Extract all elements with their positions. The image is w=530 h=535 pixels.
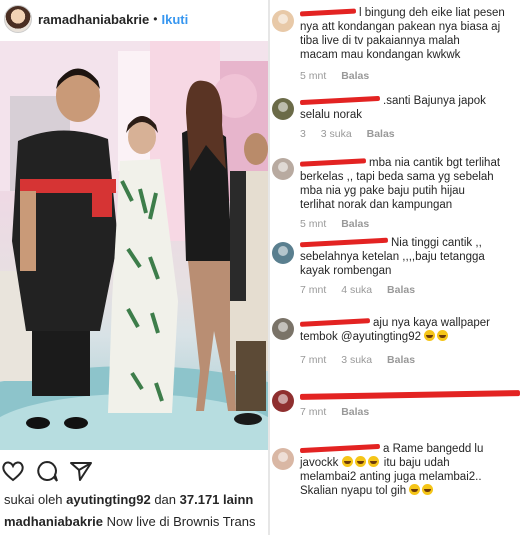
comment-meta: 3 3 suka Balas xyxy=(300,128,407,140)
reply-button[interactable]: Balas xyxy=(341,70,369,82)
laughing-emoji-icon xyxy=(367,456,379,467)
comment-text: aju nya kaya wallpaper tembok @ayutingti… xyxy=(299,317,490,343)
comment-meta: 7 mnt 4 suka Balas xyxy=(300,284,427,296)
redaction-mark xyxy=(299,96,381,106)
post-photo[interactable] xyxy=(0,41,268,450)
post-caption: madhaniabakrie Now live di Brownis Trans xyxy=(4,514,255,529)
commenter-avatar[interactable] xyxy=(272,448,294,470)
comment-meta: 5 mnt Balas xyxy=(300,70,381,82)
reply-button[interactable]: Balas xyxy=(367,128,395,140)
comment-time: 5 mnt xyxy=(300,70,327,82)
caption-username[interactable]: madhaniabakrie xyxy=(4,514,103,529)
comment-likes[interactable]: 3 suka xyxy=(321,128,352,140)
commenter-avatar[interactable] xyxy=(272,390,294,412)
commenter-avatar[interactable] xyxy=(272,242,294,264)
header-separator: • xyxy=(153,12,158,26)
caption-text: Now live di Brownis Trans xyxy=(106,514,256,529)
comment-likes[interactable]: 3 suka xyxy=(341,354,372,366)
share-icon[interactable] xyxy=(68,459,94,483)
redaction-mark xyxy=(299,9,357,17)
redaction-mark xyxy=(299,444,381,454)
poster-avatar[interactable] xyxy=(4,5,32,33)
commenter-avatar[interactable] xyxy=(272,318,294,340)
commenter-avatar[interactable] xyxy=(272,10,294,32)
likes-summary: sukai oleh ayutingting92 dan 37.171 lain… xyxy=(4,492,253,507)
likes-prefix: sukai oleh xyxy=(4,492,63,507)
laughing-emoji-icon xyxy=(354,456,366,467)
reply-button[interactable]: Balas xyxy=(387,354,415,366)
reply-button[interactable]: Balas xyxy=(341,406,369,418)
comment-time: 5 mnt xyxy=(300,218,327,230)
laughing-emoji-icon xyxy=(437,330,449,341)
comment-icon[interactable] xyxy=(34,459,60,483)
laughing-emoji-icon xyxy=(409,484,421,495)
comment-text xyxy=(299,388,528,402)
comment-likes[interactable]: 4 suka xyxy=(341,284,372,296)
comment-meta: 7 mnt 3 suka Balas xyxy=(300,354,427,366)
comment-time: 7 mnt xyxy=(300,406,327,418)
redaction-mark xyxy=(299,318,371,328)
comment-text: mba nia cantik bgt terlihat berkelas ,, … xyxy=(299,157,501,211)
redaction-mark xyxy=(299,390,521,400)
comment-time: 3 xyxy=(300,128,306,140)
comment-text: a Rame bangedd lu javockk itu baju udah … xyxy=(299,443,484,497)
likes-user[interactable]: ayutingting92 xyxy=(66,492,151,507)
comments-list: l bingung deh eike liat pesen nya att ko… xyxy=(270,0,530,535)
heart-icon[interactable] xyxy=(0,459,26,483)
comment-text: .santi Bajunya japok selalu norak xyxy=(299,95,486,121)
comment-time: 7 mnt xyxy=(300,284,327,296)
follow-button[interactable]: Ikuti xyxy=(161,12,188,27)
laughing-emoji-icon xyxy=(341,456,353,467)
commenter-avatar[interactable] xyxy=(272,98,294,120)
comment-text: l bingung deh eike liat pesen nya att ko… xyxy=(299,7,505,61)
reply-button[interactable]: Balas xyxy=(387,284,415,296)
comment-meta: 5 mnt Balas xyxy=(300,218,381,230)
redaction-mark xyxy=(299,238,389,248)
poster-username[interactable]: ramadhaniabakrie xyxy=(38,12,149,27)
comment-text: Nia tinggi cantik ,, sebelahnya ketelan … xyxy=(299,237,485,277)
comment-time: 7 mnt xyxy=(300,354,327,366)
instagram-post: ramadhaniabakrie • Ikuti sukai oleh ayut… xyxy=(0,0,268,535)
laughing-emoji-icon xyxy=(424,330,436,341)
redaction-mark xyxy=(299,158,367,168)
comment-meta: 7 mnt Balas xyxy=(300,406,381,418)
likes-count[interactable]: 37.171 lainn xyxy=(180,492,254,507)
laughing-emoji-icon xyxy=(422,484,434,495)
likes-mid: dan xyxy=(154,492,177,507)
reply-button[interactable]: Balas xyxy=(341,218,369,230)
post-header: ramadhaniabakrie • Ikuti xyxy=(0,0,268,38)
commenter-avatar[interactable] xyxy=(272,158,294,180)
post-actions xyxy=(0,458,268,484)
